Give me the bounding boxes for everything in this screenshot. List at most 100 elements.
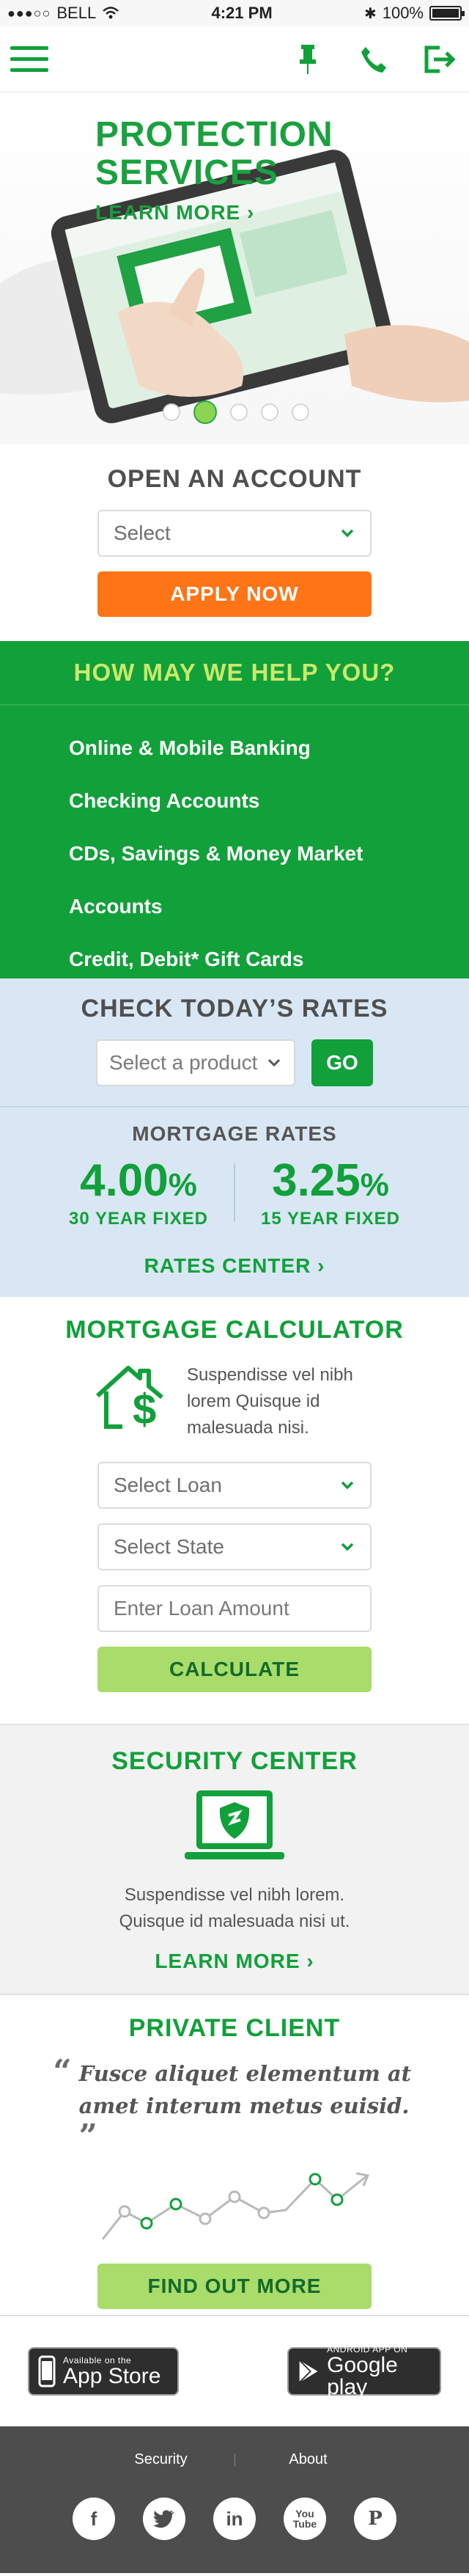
google-play-badge[interactable]: ANDROID APP ON Google play <box>287 2344 441 2398</box>
calculator-intro: $ Suspendisse vel nibh lorem Quisque id … <box>0 1362 469 1441</box>
rate-30-number: 4.00 <box>80 1155 169 1206</box>
rate-30-year: 4.00% 30 YEAR FIXED <box>43 1157 234 1229</box>
footer-link-security[interactable]: Security <box>88 2451 234 2468</box>
bluetooth-icon: ✱ <box>363 5 377 22</box>
check-rates-title: CHECK TODAY’S RATES <box>81 995 388 1022</box>
hero-learn-more-link[interactable]: LEARN MORE › <box>95 201 254 224</box>
security-title: SECURITY CENTER <box>111 1747 358 1775</box>
carousel-dot[interactable] <box>163 403 180 421</box>
chevron-right-icon: › <box>247 201 255 224</box>
hamburger-menu-icon[interactable] <box>10 40 48 78</box>
help-section: HOW MAY WE HELP YOU? Online & Mobile Ban… <box>0 641 469 978</box>
go-button[interactable]: GO <box>311 1039 373 1086</box>
account-type-value: Select <box>114 522 171 544</box>
social-links: f in You Tube P <box>0 2498 469 2540</box>
private-client-title: PRIVATE CLIENT <box>128 2014 341 2042</box>
footer-links: Security About <box>0 2451 469 2468</box>
rate-15-unit: % <box>360 1167 389 1203</box>
help-item-online-banking[interactable]: Online & Mobile Banking <box>69 722 469 775</box>
state-select[interactable]: Select State <box>97 1523 372 1570</box>
rates-center-label: RATES CENTER <box>144 1254 311 1277</box>
carousel-dot-active[interactable] <box>193 400 217 424</box>
security-center-section: SECURITY CENTER Suspendisse vel nibh lor… <box>0 1725 469 1995</box>
app-store-badges: Available on the App Store ANDROID APP O… <box>0 2316 469 2426</box>
facebook-icon[interactable]: f <box>73 2498 115 2540</box>
open-account-title: OPEN AN ACCOUNT <box>107 465 362 493</box>
hero-title-line2: SERVICES <box>95 153 278 192</box>
quote-body: Fusce aliquet elementum at amet interum … <box>78 2061 412 2118</box>
header-actions <box>289 40 459 78</box>
product-select-value: Select a product <box>109 1051 258 1074</box>
product-select[interactable]: Select a product <box>96 1039 295 1086</box>
carrier-name: BELL <box>56 4 97 22</box>
linkedin-icon[interactable]: in <box>213 2498 256 2540</box>
quote-text: Fusce aliquet elementum at amet interum … <box>72 2057 416 2156</box>
open-quote-icon: “ <box>53 2053 72 2090</box>
chevron-right-icon: › <box>300 1950 314 1972</box>
loan-amount-placeholder: Enter Loan Amount <box>114 1597 289 1620</box>
page: ●●●○○ BELL 4:21 PM ✱ 100% PROTECTION SER… <box>0 0 469 2576</box>
open-account-section: OPEN AN ACCOUNT Select APPLY NOW <box>0 444 469 641</box>
chevron-right-icon: › <box>311 1254 325 1277</box>
loan-select[interactable]: Select Loan <box>97 1462 372 1509</box>
footer-link-about[interactable]: About <box>235 2451 382 2468</box>
google-play-text: ANDROID APP ON Google play <box>327 2344 431 2398</box>
clock: 4:21 PM <box>211 4 273 22</box>
carousel-dot[interactable] <box>261 403 278 421</box>
google-play-big-text: Google play <box>327 2353 398 2399</box>
find-out-more-button[interactable]: FIND OUT MORE <box>97 2264 372 2309</box>
battery-percent: 100% <box>382 4 424 22</box>
pin-icon[interactable] <box>289 40 327 78</box>
app-store-text: Available on the App Store <box>63 2355 160 2387</box>
hero-banner: PROTECTION SERVICES LEARN MORE › <box>0 92 469 444</box>
iphone-icon <box>38 2355 56 2387</box>
carousel-dot[interactable] <box>230 403 248 421</box>
chevron-down-icon <box>341 529 354 538</box>
phone-icon[interactable] <box>355 40 393 78</box>
check-rates-section: CHECK TODAY’S RATES Select a product GO <box>0 978 469 1108</box>
close-quote-icon: ” <box>78 2118 97 2155</box>
mortgage-calculator-section: MORTGAGE CALCULATOR $ Suspendisse vel ni… <box>0 1297 469 1725</box>
hero-title-line1: PROTECTION <box>95 115 333 154</box>
testimonial-quote: “ Fusce aliquet elementum at amet interu… <box>0 2053 469 2156</box>
svg-text:$: $ <box>133 1386 156 1432</box>
status-left: ●●●○○ BELL <box>7 4 119 23</box>
rate-15-number: 3.25 <box>272 1155 361 1206</box>
hero-link-label: LEARN MORE <box>95 201 241 224</box>
carousel-dot[interactable] <box>292 403 309 421</box>
loan-amount-input[interactable]: Enter Loan Amount <box>97 1585 372 1632</box>
security-text-line1: Suspendisse vel nibh lorem. <box>124 1885 345 1905</box>
mortgage-rates-section: MORTGAGE RATES 4.00% 30 YEAR FIXED 3.25%… <box>0 1108 469 1297</box>
help-item-checking[interactable]: Checking Accounts <box>69 775 469 827</box>
apply-now-button[interactable]: APPLY NOW <box>97 571 372 617</box>
wifi-icon <box>103 7 119 19</box>
twitter-icon[interactable] <box>143 2498 185 2540</box>
rate-30-label: 30 YEAR FIXED <box>69 1209 208 1229</box>
status-bar: ●●●○○ BELL 4:21 PM ✱ 100% <box>0 0 469 26</box>
youtube-icon[interactable]: You Tube <box>284 2498 326 2540</box>
state-select-value: Select State <box>114 1535 224 1558</box>
battery-icon <box>429 6 465 21</box>
rates-form: Select a product GO <box>0 1039 469 1086</box>
chevron-down-icon <box>341 1481 354 1490</box>
status-right: ✱ 100% <box>363 4 465 23</box>
laptop-shield-icon <box>185 1790 284 1859</box>
calculator-title: MORTGAGE CALCULATOR <box>65 1316 404 1344</box>
security-text-line2: Quisque id malesuada nisi ut. <box>119 1911 350 1931</box>
help-list: Online & Mobile Banking Checking Account… <box>0 706 469 986</box>
private-client-section: PRIVATE CLIENT “ Fusce aliquet elementum… <box>0 1995 469 2316</box>
mortgage-rates-title: MORTGAGE RATES <box>132 1122 337 1145</box>
help-title: HOW MAY WE HELP YOU? <box>73 659 396 686</box>
app-store-badge[interactable]: Available on the App Store <box>28 2347 179 2396</box>
rates-center-link[interactable]: RATES CENTER › <box>0 1254 469 1278</box>
security-link-label: LEARN MORE <box>155 1950 300 1972</box>
youtube-text: You Tube <box>292 2508 317 2530</box>
security-learn-more-link[interactable]: LEARN MORE › <box>155 1950 314 1973</box>
sign-in-icon[interactable] <box>421 40 459 78</box>
help-item-accounts[interactable]: Accounts <box>69 880 469 933</box>
calculate-button[interactable]: CALCULATE <box>97 1647 372 1692</box>
help-item-cds-savings[interactable]: CDs, Savings & Money Market <box>69 827 469 880</box>
account-type-select[interactable]: Select <box>97 510 372 557</box>
pinterest-icon[interactable]: P <box>354 2498 396 2540</box>
house-dollar-icon: $ <box>95 1366 163 1432</box>
